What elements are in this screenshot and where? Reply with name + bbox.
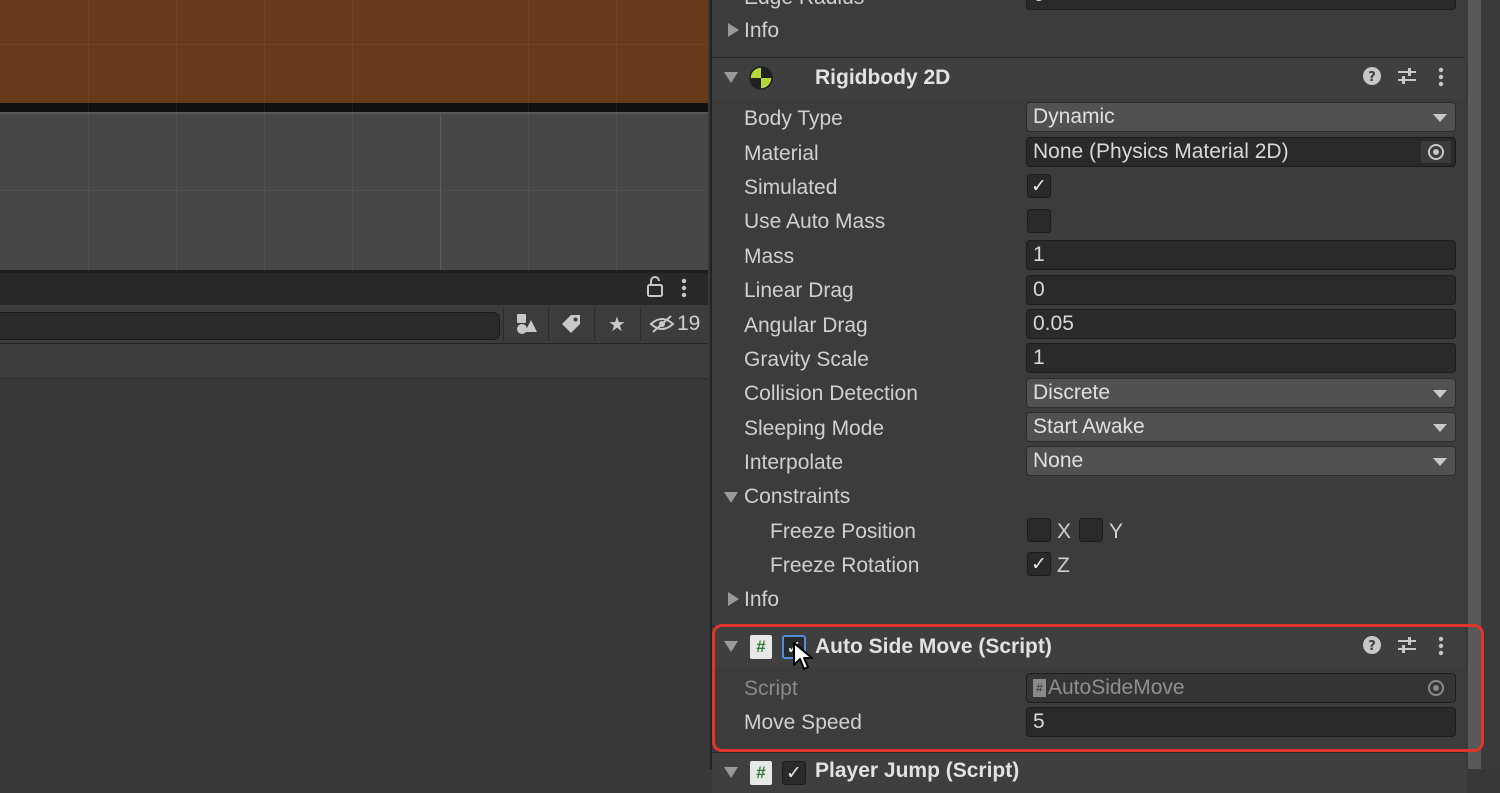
grid-line bbox=[352, 0, 353, 270]
grid-line bbox=[176, 0, 177, 270]
use-auto-mass-label: Use Auto Mass bbox=[744, 210, 886, 233]
body-type-label: Body Type bbox=[744, 107, 843, 130]
sleeping-mode-dropdown[interactable]: Start Awake bbox=[1026, 412, 1456, 442]
sleeping-mode-label: Sleeping Mode bbox=[744, 417, 885, 440]
material-label: Material bbox=[744, 142, 819, 165]
filter-by-label-icon[interactable] bbox=[548, 307, 593, 341]
interpolate-value: None bbox=[1033, 449, 1084, 472]
linear-drag-field[interactable]: 0 bbox=[1026, 275, 1456, 305]
grid-line bbox=[88, 0, 89, 270]
freeze-rotation-z-label: Z bbox=[1057, 554, 1070, 577]
hidden-count: 19 bbox=[677, 312, 701, 335]
grid-line bbox=[0, 44, 708, 45]
grid-line bbox=[264, 0, 265, 270]
simulated-label: Simulated bbox=[744, 176, 838, 199]
hidden-objects-toggle[interactable]: 19 bbox=[640, 307, 715, 341]
object-picker-icon[interactable] bbox=[1421, 141, 1451, 163]
player-jump-title: Player Jump (Script) bbox=[815, 759, 1020, 782]
angular-drag-field[interactable]: 0.05 bbox=[1026, 309, 1456, 339]
more-menu-icon[interactable] bbox=[678, 277, 690, 304]
constraints-foldout-arrow-icon[interactable] bbox=[724, 492, 738, 503]
rigidbody2d-title: Rigidbody 2D bbox=[815, 66, 951, 89]
gravity-scale-label: Gravity Scale bbox=[744, 348, 869, 371]
eye-hidden-icon bbox=[649, 315, 675, 333]
edge-radius-field[interactable]: 0 bbox=[1026, 0, 1456, 10]
collision-detection-value: Discrete bbox=[1033, 381, 1111, 404]
body-type-dropdown[interactable]: Dynamic bbox=[1026, 102, 1456, 132]
svg-text:?: ? bbox=[1368, 70, 1376, 85]
player-jump-header[interactable]: # ✓ Player Jump (Script) bbox=[712, 752, 1467, 793]
search-input[interactable] bbox=[0, 312, 500, 340]
scene-view[interactable] bbox=[0, 0, 708, 270]
constraints-foldout[interactable]: Constraints bbox=[744, 485, 850, 509]
linear-drag-label: Linear Drag bbox=[744, 279, 854, 302]
hierarchy-tab-bar bbox=[0, 273, 708, 305]
freeze-rotation-label: Freeze Rotation bbox=[770, 554, 920, 577]
freeze-position-x-checkbox[interactable] bbox=[1027, 518, 1051, 542]
simulated-checkbox[interactable]: ✓ bbox=[1027, 174, 1051, 198]
edge-radius-label: Edge Radius bbox=[744, 0, 864, 10]
freeze-position-x-label: X bbox=[1057, 520, 1072, 543]
hierarchy-list-header bbox=[0, 344, 708, 379]
dropdown-arrow-icon bbox=[1433, 458, 1447, 466]
script-hash-icon: # bbox=[750, 761, 772, 785]
material-value: None (Physics Material 2D) bbox=[1033, 140, 1289, 163]
collision-detection-label: Collision Detection bbox=[744, 382, 918, 405]
freeze-position-label: Freeze Position bbox=[770, 520, 916, 543]
grid-line bbox=[616, 0, 617, 270]
gravity-scale-field[interactable]: 1 bbox=[1026, 343, 1456, 373]
hierarchy-panel: ★ 19 bbox=[0, 270, 708, 769]
sleeping-mode-value: Start Awake bbox=[1033, 415, 1145, 438]
dropdown-arrow-icon bbox=[1433, 390, 1447, 398]
interpolate-dropdown[interactable]: None bbox=[1026, 446, 1456, 476]
star-icon[interactable]: ★ bbox=[594, 307, 639, 341]
highlight-annotation bbox=[712, 624, 1484, 752]
dropdown-arrow-icon bbox=[1433, 424, 1447, 432]
hierarchy-toolbar: ★ 19 bbox=[0, 305, 708, 344]
ground-edge bbox=[0, 103, 708, 114]
rigidbody2d-icon bbox=[748, 65, 774, 96]
ground-sprite bbox=[0, 0, 708, 103]
freeze-position-y-label: Y bbox=[1109, 520, 1124, 543]
freeze-position-y-checkbox[interactable] bbox=[1079, 518, 1103, 542]
scene-axis-line bbox=[440, 112, 441, 270]
info-foldout-arrow-icon[interactable] bbox=[728, 23, 739, 37]
info-foldout[interactable]: Info bbox=[744, 588, 779, 612]
lock-icon[interactable] bbox=[645, 275, 665, 305]
collision-detection-dropdown[interactable]: Discrete bbox=[1026, 378, 1456, 408]
freeze-rotation-z-checkbox[interactable]: ✓ bbox=[1027, 552, 1051, 576]
angular-drag-label: Angular Drag bbox=[744, 314, 868, 337]
grid-line bbox=[528, 0, 529, 270]
material-field[interactable]: None (Physics Material 2D) bbox=[1026, 137, 1456, 167]
use-auto-mass-checkbox[interactable] bbox=[1027, 209, 1051, 233]
presets-icon[interactable] bbox=[1396, 66, 1418, 92]
filter-by-type-icon[interactable] bbox=[503, 307, 548, 341]
player-jump-enabled-checkbox[interactable]: ✓ bbox=[782, 761, 806, 785]
body-type-value: Dynamic bbox=[1033, 105, 1115, 128]
component-menu-icon[interactable] bbox=[1436, 67, 1446, 93]
foldout-arrow-icon[interactable] bbox=[724, 72, 738, 83]
dropdown-arrow-icon bbox=[1433, 114, 1447, 122]
mass-label: Mass bbox=[744, 245, 795, 268]
mass-field[interactable]: 1 bbox=[1026, 240, 1456, 270]
info-foldout-arrow-icon[interactable] bbox=[728, 592, 739, 606]
interpolate-label: Interpolate bbox=[744, 451, 844, 474]
grid-line bbox=[0, 190, 708, 191]
info-foldout-top[interactable]: Info bbox=[744, 19, 779, 43]
help-icon[interactable]: ? bbox=[1362, 66, 1382, 92]
rigidbody2d-header[interactable]: Rigidbody 2D ? bbox=[712, 57, 1467, 98]
